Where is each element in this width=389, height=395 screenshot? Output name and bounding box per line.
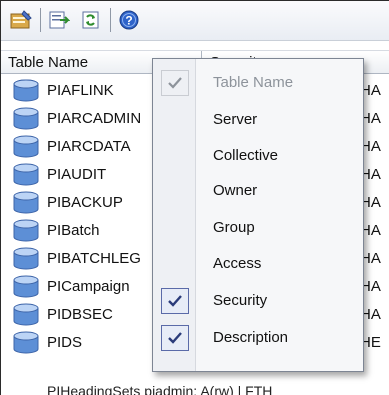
database-table-icon xyxy=(12,219,40,243)
database-table-icon xyxy=(12,107,40,131)
menu-item-server[interactable]: Server xyxy=(153,103,363,137)
database-table-icon xyxy=(12,191,40,215)
row-table-name: PIBatch xyxy=(47,222,100,239)
menu-item-table-name[interactable]: Table Name xyxy=(153,66,363,100)
menu-item-collective[interactable]: Collective xyxy=(153,139,363,173)
database-table-icon xyxy=(12,79,40,103)
help-icon[interactable]: ? xyxy=(118,9,140,31)
database-table-icon xyxy=(12,303,40,327)
menu-item-label: Owner xyxy=(213,182,258,199)
menu-item-label: Collective xyxy=(213,147,279,164)
properties-icon[interactable] xyxy=(10,9,32,31)
row-table-name: PIAUDIT xyxy=(47,166,107,183)
table-list-window: ? Table Name Security PIAFLINK HA PIARCA… xyxy=(0,0,389,395)
menu-item-security[interactable]: Security xyxy=(153,284,363,318)
menu-item-label: Access xyxy=(213,255,262,272)
database-table-icon xyxy=(12,135,40,159)
menu-item-access[interactable]: Access xyxy=(153,247,363,281)
row-table-name: PIAFLINK xyxy=(47,82,114,99)
toolbar-separator xyxy=(110,8,111,32)
menu-item-owner[interactable]: Owner xyxy=(153,174,363,208)
column-chooser-menu: Table Name Server Collective Owner Group… xyxy=(152,58,364,372)
row-table-name: PIDBSEC xyxy=(47,306,113,323)
column-header-table-name[interactable]: Table Name xyxy=(8,54,88,71)
export-icon[interactable] xyxy=(48,9,70,31)
menu-item-label: Table Name xyxy=(213,74,294,91)
toolbar-separator xyxy=(40,8,41,32)
svg-text:?: ? xyxy=(125,14,132,28)
database-table-icon xyxy=(12,275,40,299)
database-table-icon xyxy=(12,163,40,187)
menu-item-label: Description xyxy=(213,329,289,346)
menu-item-group[interactable]: Group xyxy=(153,211,363,245)
row-table-name: PIDS xyxy=(47,334,83,351)
check-icon xyxy=(161,70,189,96)
row-table-name: PIARCDATA xyxy=(47,138,131,155)
partial-table-row[interactable]: PIHeadingSets piadmin: A(rw) | FTH xyxy=(47,383,272,395)
row-table-name: PICampaign xyxy=(47,278,130,295)
row-table-name: PIBATCHLEG xyxy=(47,250,141,267)
menu-item-label: Server xyxy=(213,111,258,128)
check-icon xyxy=(161,325,189,351)
row-table-name: PIARCADMIN xyxy=(47,110,142,127)
refresh-icon[interactable] xyxy=(80,9,102,31)
database-table-icon xyxy=(12,331,40,355)
row-table-name: PIBACKUP xyxy=(47,194,123,211)
toolbar: ? xyxy=(0,0,389,41)
menu-item-label: Security xyxy=(213,292,268,309)
database-table-icon xyxy=(12,247,40,271)
check-icon xyxy=(161,288,189,314)
menu-item-description[interactable]: Description xyxy=(153,321,363,355)
menu-item-label: Group xyxy=(213,219,255,236)
